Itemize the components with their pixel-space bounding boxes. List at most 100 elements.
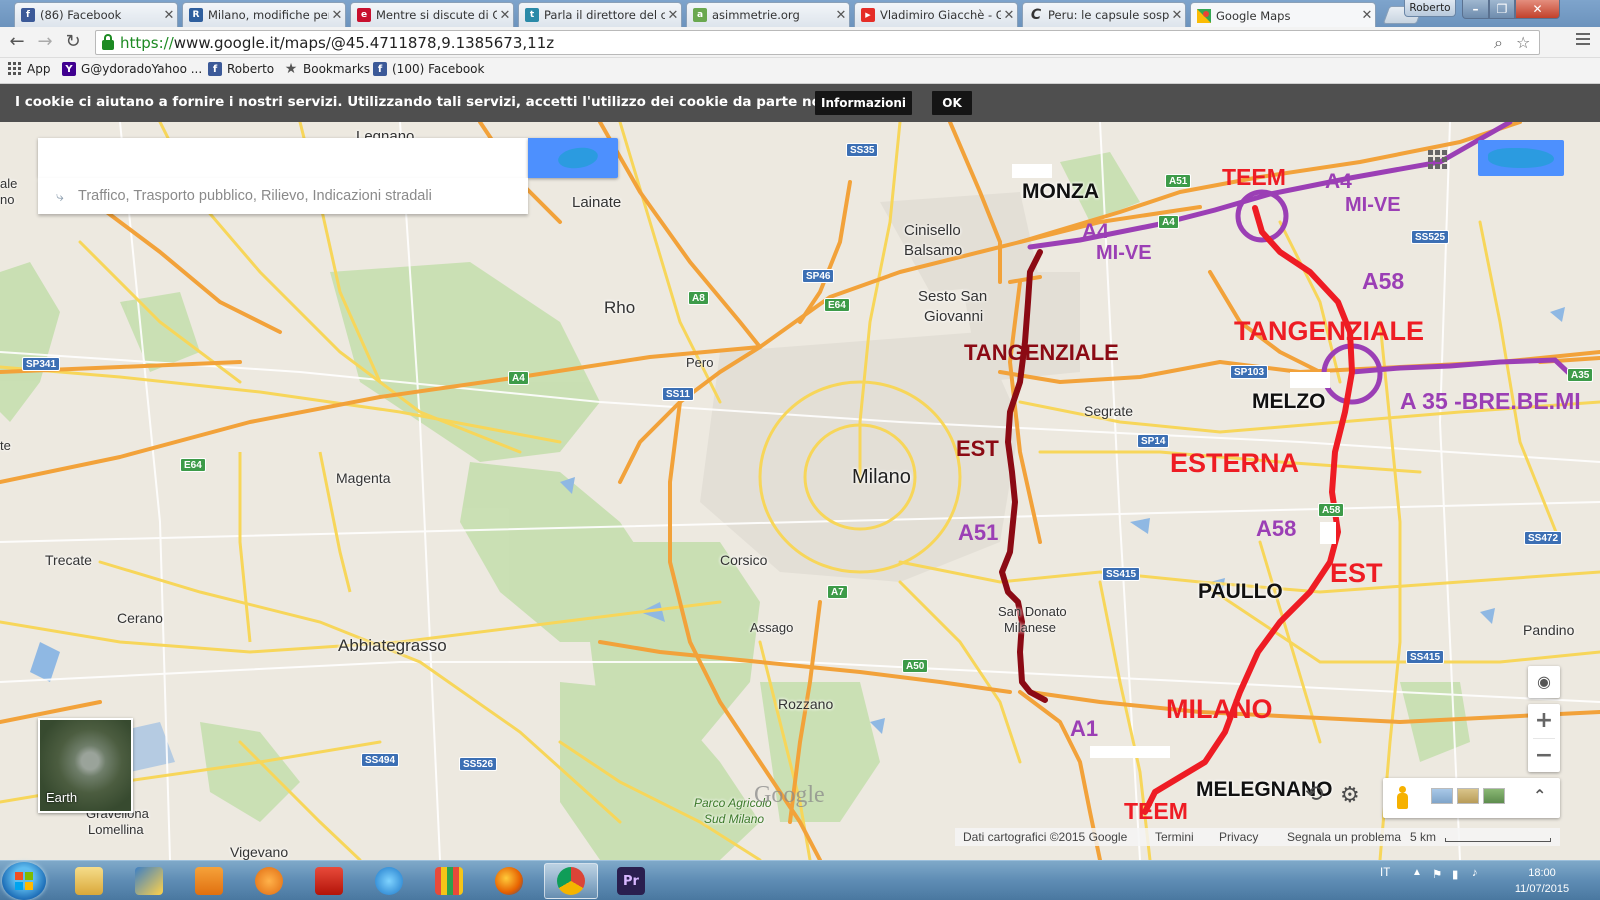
annotation-teem-bottom: TEEM xyxy=(1124,798,1188,824)
map-base xyxy=(0,122,1600,860)
youtube-icon: ▶ xyxy=(861,8,875,22)
chevron-up-icon[interactable]: ⌃ xyxy=(1533,786,1546,805)
explorer-icon[interactable] xyxy=(62,863,116,899)
network-icon[interactable]: ⚑ xyxy=(1432,867,1442,881)
road-shield: A51 xyxy=(1165,174,1192,188)
erased-patch xyxy=(1090,746,1170,758)
cookie-info-button[interactable]: Informazioni xyxy=(815,91,912,115)
scribble-mark xyxy=(1488,148,1554,168)
sign-in-button[interactable] xyxy=(1478,140,1564,176)
tab-asimmetrie[interactable]: a asimmetrie.org ✕ xyxy=(686,2,850,27)
label-rho: Rho xyxy=(604,298,636,317)
acrobat-icon[interactable] xyxy=(302,863,356,899)
zoom-magnifier-icon[interactable]: ⌕ xyxy=(1494,33,1503,53)
minimize-button[interactable]: – xyxy=(1462,0,1489,19)
tab-peru-capsule[interactable]: C Peru: le capsule sospe ✕ xyxy=(1022,2,1186,27)
report-problem-link[interactable]: Segnala un problema xyxy=(1287,830,1401,844)
tab-milano-modifiche[interactable]: R Milano, modifiche per ✕ xyxy=(182,2,346,27)
reload-icon[interactable]: ↻ xyxy=(62,31,84,53)
cookie-ok-button[interactable]: OK xyxy=(932,91,972,115)
chrome-icon[interactable] xyxy=(544,863,598,899)
close-icon[interactable]: ✕ xyxy=(1359,8,1375,23)
label-rozzano: Rozzano xyxy=(778,696,834,712)
close-icon[interactable]: ✕ xyxy=(1001,8,1017,23)
start-button[interactable] xyxy=(2,862,46,900)
photo-thumbnail[interactable] xyxy=(1483,788,1505,804)
outlook-icon[interactable] xyxy=(182,863,236,899)
my-location-icon[interactable]: ◉ xyxy=(1528,666,1560,698)
battery-icon[interactable]: ▮ xyxy=(1452,867,1458,881)
label-lainate: Lainate xyxy=(572,194,622,211)
tab-vladimiro-giacche[interactable]: ▶ Vladimiro Giacchè - G ✕ xyxy=(854,2,1018,27)
scale-label[interactable]: 5 km xyxy=(1410,830,1436,844)
gear-icon[interactable]: ⚙ xyxy=(1340,783,1360,808)
annotation-esterna: ESTERNA xyxy=(1170,448,1300,478)
earth-view-toggle[interactable]: Earth xyxy=(38,718,133,813)
zoom-in-button[interactable]: + xyxy=(1528,704,1560,738)
system-clock[interactable]: 18:00 11/07/2015 xyxy=(1512,865,1572,897)
road-shield: A35 xyxy=(1567,368,1594,382)
menu-icon[interactable] xyxy=(1576,33,1590,48)
media-player-icon[interactable] xyxy=(242,863,296,899)
firefox-icon[interactable] xyxy=(482,863,536,899)
search-input[interactable] xyxy=(38,138,528,178)
map-canvas[interactable]: Legnano Lainate Cinisello Balsamo MONZA … xyxy=(0,122,1600,860)
close-icon[interactable]: ✕ xyxy=(833,8,849,23)
tab-title: Mentre si discute di G xyxy=(376,8,497,22)
zoom-out-button[interactable]: − xyxy=(1528,739,1560,773)
bookmark-app[interactable]: App xyxy=(8,62,50,76)
label-vigevano: Vigevano xyxy=(230,844,289,860)
photo-thumbnail[interactable] xyxy=(1457,788,1479,804)
close-icon[interactable]: ✕ xyxy=(161,8,177,23)
road-shield: SS526 xyxy=(459,757,498,771)
maximize-button[interactable]: ❐ xyxy=(1489,0,1515,19)
tab-parla-il-direttore[interactable]: t Parla il direttore del c ✕ xyxy=(518,2,682,27)
photo-thumbnail[interactable] xyxy=(1431,788,1453,804)
road-shield: SS35 xyxy=(846,143,879,157)
view-panel: ⌃ xyxy=(1383,778,1560,818)
bookmark-roberto[interactable]: f Roberto xyxy=(208,62,274,76)
tab-google-maps[interactable]: Google Maps ✕ xyxy=(1190,2,1376,28)
bookmark-facebook[interactable]: f (100) Facebook xyxy=(373,62,484,76)
back-arrow-icon[interactable]: ← xyxy=(6,31,28,53)
language-indicator[interactable]: IT xyxy=(1380,867,1390,879)
close-window-button[interactable]: ✕ xyxy=(1515,0,1560,19)
annotation-teem-top: TEEM xyxy=(1222,164,1286,190)
internet-explorer-icon[interactable] xyxy=(362,863,416,899)
google-apps-icon[interactable] xyxy=(1428,150,1448,170)
annotation-est-left: EST xyxy=(956,436,999,461)
google-logo: Google xyxy=(754,782,825,808)
tab-title: asimmetrie.org xyxy=(712,8,800,22)
close-icon[interactable]: ✕ xyxy=(1169,8,1185,23)
bookmark-star-icon[interactable]: ☆ xyxy=(1516,33,1530,52)
road-shield: SS415 xyxy=(1406,650,1445,664)
close-icon[interactable]: ✕ xyxy=(329,8,345,23)
paint-icon[interactable] xyxy=(122,863,176,899)
pegman-icon[interactable] xyxy=(1395,786,1409,810)
premiere-icon[interactable]: Pr xyxy=(604,863,658,899)
terms-link[interactable]: Termini xyxy=(1155,830,1194,844)
address-bar[interactable]: https:// www.google.it/maps/@45.4711878,… xyxy=(95,30,1540,55)
tab-facebook[interactable]: f (86) Facebook ✕ xyxy=(14,2,178,27)
close-icon[interactable]: ✕ xyxy=(665,8,681,23)
show-hidden-icons-icon[interactable]: ▲ xyxy=(1412,867,1422,878)
refresh-icon[interactable]: ⟲ xyxy=(1305,782,1323,807)
bookmark-yahoo[interactable]: Y G@ydoradoYahoo ... xyxy=(62,62,202,76)
volume-icon[interactable]: ♪ xyxy=(1472,867,1478,879)
app-grid-icon[interactable] xyxy=(422,863,476,899)
bookmark-bookmarks[interactable]: ★ Bookmarks xyxy=(284,61,370,77)
label-cerano: Cerano xyxy=(117,610,163,626)
directions-bar[interactable]: ⤷ Traffico, Trasporto pubblico, Rilievo,… xyxy=(38,178,528,214)
facebook-icon: f xyxy=(21,8,35,22)
tab-mentre-si-discute[interactable]: e Mentre si discute di G ✕ xyxy=(350,2,514,27)
search-button[interactable] xyxy=(528,138,618,178)
tab-title: Vladimiro Giacchè - G xyxy=(880,8,1001,22)
forward-arrow-icon[interactable]: → xyxy=(34,31,56,53)
cookie-notice: I cookie ci aiutano a fornire i nostri s… xyxy=(0,84,1600,122)
profile-button[interactable]: Roberto xyxy=(1404,0,1456,17)
close-icon[interactable]: ✕ xyxy=(497,8,513,23)
privacy-link[interactable]: Privacy xyxy=(1219,830,1258,844)
label-san-donato-2: Milanese xyxy=(1004,620,1057,635)
bookmark-label: (100) Facebook xyxy=(392,62,485,76)
earth-label: Earth xyxy=(46,790,78,805)
